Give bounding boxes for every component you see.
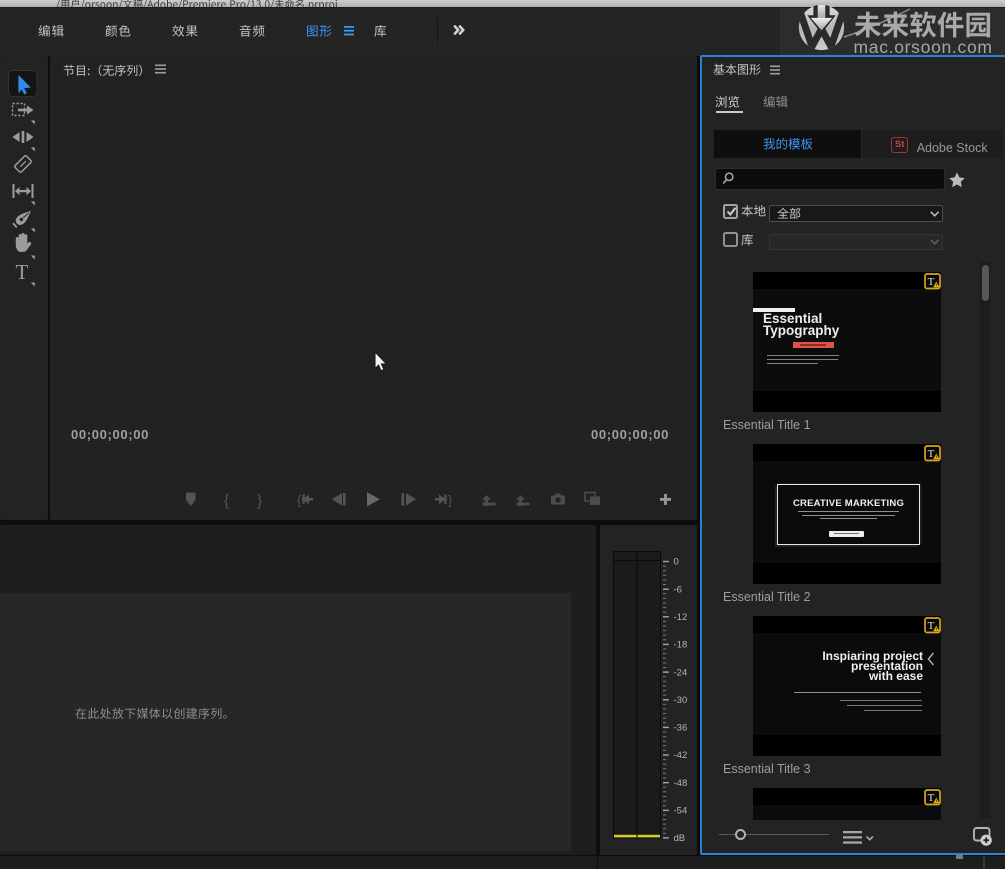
svg-text:{: { — [224, 493, 230, 510]
svg-text:0: 0 — [674, 557, 679, 568]
svg-text:{: { — [297, 493, 302, 508]
svg-text:-54: -54 — [674, 806, 688, 817]
svg-text:-24: -24 — [674, 667, 688, 678]
svg-text:-12: -12 — [674, 612, 688, 623]
svg-text:T: T — [927, 448, 934, 460]
svg-text:}: } — [257, 493, 263, 510]
svg-text:}: } — [448, 493, 453, 508]
svg-text:T: T — [927, 620, 934, 632]
svg-text:dB: dB — [674, 833, 686, 844]
svg-text:T: T — [927, 276, 934, 288]
svg-text:-6: -6 — [674, 584, 682, 595]
svg-text:-42: -42 — [674, 750, 688, 761]
svg-text:T: T — [16, 260, 29, 284]
svg-text:-48: -48 — [674, 778, 688, 789]
svg-text:-18: -18 — [674, 640, 688, 651]
svg-text:-30: -30 — [674, 695, 688, 706]
svg-text:T: T — [927, 792, 934, 804]
svg-text:-36: -36 — [674, 723, 688, 734]
